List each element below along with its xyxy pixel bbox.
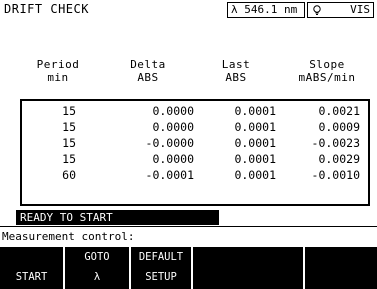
slope-cell: -0.0010 bbox=[311, 168, 360, 182]
wavelength-value: λ 546.1 nm bbox=[231, 3, 298, 16]
period-cell: 60 bbox=[62, 168, 76, 182]
column-header-line1: Delta bbox=[130, 58, 166, 71]
column-header-line2: mABS/min bbox=[298, 71, 356, 84]
table-row: 15 0.0000 0.0001 0.0009 bbox=[22, 120, 368, 136]
last-cell: 0.0001 bbox=[234, 152, 276, 166]
last-cell: 0.0001 bbox=[234, 104, 276, 118]
last-cell: 0.0001 bbox=[234, 136, 276, 150]
column-header-delta: Delta ABS bbox=[108, 58, 188, 84]
delta-cell: -0.0001 bbox=[145, 168, 194, 182]
wavelength-display: λ 546.1 nm bbox=[227, 2, 305, 18]
column-header-line2: ABS bbox=[225, 71, 247, 84]
page-title: DRIFT CHECK bbox=[4, 2, 89, 16]
start-softkey[interactable]: START bbox=[0, 247, 63, 289]
lamp-icon bbox=[313, 5, 321, 15]
delta-cell: 0.0000 bbox=[152, 120, 194, 134]
period-cell: 15 bbox=[62, 104, 76, 118]
last-cell: 0.0001 bbox=[234, 120, 276, 134]
softkey-label-line2: SETUP bbox=[145, 271, 177, 283]
table-row: 15 -0.0000 0.0001 -0.0023 bbox=[22, 136, 368, 152]
column-header-line2: ABS bbox=[137, 71, 159, 84]
softkey-bar: START GOTO λ DEFAULT SETUP bbox=[0, 247, 377, 289]
slope-cell: 0.0021 bbox=[318, 104, 360, 118]
delta-cell: 0.0000 bbox=[152, 152, 194, 166]
softkey-label-line2: START bbox=[15, 271, 48, 283]
slope-cell: -0.0023 bbox=[311, 136, 360, 150]
goto-wavelength-softkey[interactable]: GOTO λ bbox=[65, 247, 129, 289]
status-text: READY TO START bbox=[20, 211, 113, 224]
slope-cell: 0.0009 bbox=[318, 120, 360, 134]
table-row: 60 -0.0001 0.0001 -0.0010 bbox=[22, 168, 368, 184]
column-header-line1: Slope bbox=[309, 58, 345, 71]
period-cell: 15 bbox=[62, 136, 76, 150]
softkey-label-line2: λ bbox=[93, 271, 101, 283]
lamp-mode-label: VIS bbox=[350, 3, 370, 16]
table-row: 15 0.0000 0.0001 0.0021 bbox=[22, 104, 368, 120]
default-setup-softkey[interactable]: DEFAULT SETUP bbox=[131, 247, 191, 289]
status-bar: READY TO START bbox=[16, 210, 219, 225]
column-header-line1: Last bbox=[221, 58, 251, 71]
blank-softkey-5[interactable] bbox=[305, 247, 377, 289]
blank-softkey-4[interactable] bbox=[193, 247, 303, 289]
slope-cell: 0.0029 bbox=[318, 152, 360, 166]
drift-results-table: 15 0.0000 0.0001 0.0021 15 0.0000 0.0001… bbox=[20, 99, 370, 206]
lamp-mode-indicator: VIS bbox=[307, 2, 374, 18]
last-cell: 0.0001 bbox=[234, 168, 276, 182]
period-cell: 15 bbox=[62, 152, 76, 166]
divider bbox=[0, 226, 377, 227]
drift-check-screen: DRIFT CHECK λ 546.1 nm VIS Period min De… bbox=[0, 0, 377, 289]
column-header-period: Period min bbox=[18, 58, 98, 84]
measurement-prompt: Measurement control: bbox=[2, 230, 135, 243]
table-row: 15 0.0000 0.0001 0.0029 bbox=[22, 152, 368, 168]
column-header-slope: Slope mABS/min bbox=[282, 58, 372, 84]
column-header-line1: Period bbox=[36, 58, 80, 71]
softkey-label-line1: DEFAULT bbox=[138, 251, 184, 263]
softkey-label-line1: GOTO bbox=[84, 251, 110, 263]
delta-cell: 0.0000 bbox=[152, 104, 194, 118]
column-header-last: Last ABS bbox=[196, 58, 276, 84]
period-cell: 15 bbox=[62, 120, 76, 134]
column-header-line2: min bbox=[47, 71, 69, 84]
delta-cell: -0.0000 bbox=[145, 136, 194, 150]
